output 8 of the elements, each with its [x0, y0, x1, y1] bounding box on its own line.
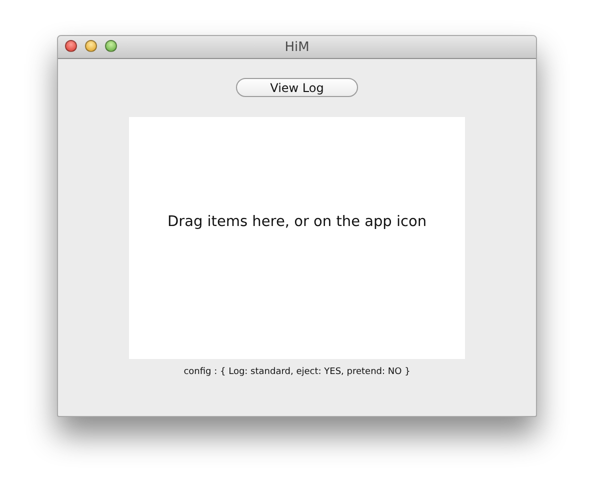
drop-area[interactable]: Drag items here, or on the app icon	[129, 117, 465, 359]
minimize-button[interactable]	[85, 40, 97, 52]
view-log-button[interactable]: View Log	[236, 78, 358, 97]
zoom-button[interactable]	[105, 40, 117, 52]
window-title: HiM	[284, 40, 310, 54]
config-status: config : { Log: standard, eject: YES, pretend: NO }	[184, 367, 410, 377]
close-button[interactable]	[65, 40, 77, 52]
drop-hint: Drag items here, or on the app icon	[167, 214, 427, 230]
